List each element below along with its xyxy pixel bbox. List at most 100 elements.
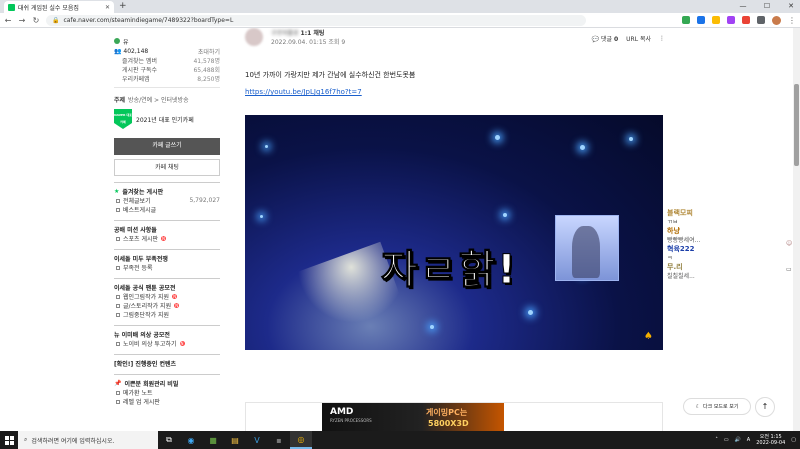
window-controls: — ☐ ✕ — [738, 0, 796, 12]
more-icon[interactable]: ⋮ — [659, 35, 665, 42]
extension-icon[interactable] — [742, 16, 750, 24]
naver-representative-badge: NAVER 대표카페 2021년 대표 인기카페 — [114, 106, 220, 132]
ad-brand-sub: RYZEN PROCESSORS — [330, 418, 372, 423]
youtube-link[interactable]: https://youtu.be/JpLJg16f7ho?t=7 — [245, 88, 665, 96]
scrollbar[interactable] — [793, 28, 800, 431]
stat-row: 즐겨찾는 멤버 41,578명 — [122, 58, 220, 65]
profile-avatar[interactable] — [772, 15, 781, 25]
volume-icon[interactable]: 🔊 — [735, 437, 741, 443]
back-icon[interactable]: ← — [4, 16, 12, 25]
notification-icon[interactable]: ▢ — [791, 437, 796, 443]
write-post-button[interactable]: 카페 글쓰기 — [114, 138, 220, 155]
pin-icon: 📌 — [114, 379, 122, 387]
close-window-button[interactable]: ✕ — [786, 0, 796, 12]
menu-icon[interactable]: ⋮ — [788, 16, 796, 25]
avatar[interactable] — [245, 28, 263, 46]
lock-icon: 🔒 — [52, 16, 60, 24]
ad-headline: 게이밍PC는 — [426, 408, 468, 417]
new-tab-button[interactable]: + — [119, 1, 127, 12]
stage-light — [503, 213, 507, 217]
board-link[interactable]: 웹인그림작가 지원 N — [114, 292, 220, 301]
taskbar-search[interactable]: ⌕ 검색하려면 여기에 입력하십시오. — [18, 431, 158, 449]
board-link[interactable]: 전체글보기 5,792,027 — [114, 196, 220, 205]
ad-banner[interactable]: AMD RYZEN PROCESSORS 게이밍PC는 5800X3D — [245, 402, 663, 431]
url-copy-button[interactable]: URL 복사 — [626, 34, 651, 43]
extension-icon[interactable] — [712, 16, 720, 24]
cafe-chat-button[interactable]: 카페 채팅 — [114, 159, 220, 176]
page-content: 유 👥 402,148 초대하기 즐겨찾는 멤버 41,578명 게시판 구독수 6… — [0, 28, 800, 431]
moon-icon: ☾ — [695, 403, 701, 410]
stage-screen — [555, 215, 619, 281]
stat-row: 우리카페앱 8,250명 — [122, 76, 220, 83]
dark-mode-button[interactable]: ☾ 다크 모드로 보기 — [683, 398, 751, 415]
app-icon[interactable]: ▪ — [268, 431, 290, 449]
maximize-button[interactable]: ☐ — [762, 0, 772, 12]
edge-icon[interactable]: ◉ — [180, 431, 202, 449]
board-link[interactable]: 노이비 의상 투고하기 N — [114, 339, 220, 348]
vscode-icon[interactable]: V — [246, 431, 268, 449]
board-section: 📌 이쁜분 회원관리 비밀 메가환 노트 레벨 업 게시판 — [114, 374, 220, 406]
windows-taskbar: ⌕ 검색하려면 여기에 입력하십시오. ⧉ ◉ ■ ▤ V ▪ ◎ ˄ ▭ 🔊 … — [0, 431, 800, 449]
star-icon: ★ — [114, 187, 120, 195]
url-text[interactable]: cafe.naver.com/steamindiegame/7489322?bo… — [63, 17, 233, 24]
extension-icon[interactable] — [697, 16, 705, 24]
post-article: 구르아블로 1:1 채팅 2022.09.04. 01:15 조회 9 💬 댓글… — [245, 28, 665, 431]
windows-logo-icon — [4, 435, 14, 445]
board-link[interactable]: 베스트게시글 — [114, 205, 220, 214]
search-icon: ⌕ — [24, 436, 28, 443]
member-count[interactable]: 👥 402,148 — [114, 48, 148, 55]
ad-brand: AMD — [330, 407, 354, 417]
chrome-icon[interactable]: ◎ — [290, 431, 312, 449]
start-button[interactable] — [0, 431, 18, 449]
minecraft-icon[interactable]: ■ — [202, 431, 224, 449]
new-badge: N — [172, 294, 178, 299]
board-link[interactable]: 글/스토리작가 지원 N — [114, 301, 220, 310]
network-icon[interactable]: ▭ — [724, 437, 729, 443]
chat-link[interactable]: 1:1 채팅 — [301, 30, 325, 37]
video-player[interactable]: 자ㄹ핡! ♠ — [245, 115, 663, 350]
forward-icon[interactable]: → — [18, 16, 26, 25]
puzzle-icon[interactable] — [757, 16, 765, 24]
board-link[interactable]: 부족전 등록 — [114, 263, 220, 272]
scrollbar-thumb[interactable] — [794, 84, 799, 166]
board-section: 이세돌 미두 부족전쟁 부족전 등록 — [114, 249, 220, 272]
chat-user: 혁육222 — [667, 245, 695, 253]
cafe-sidebar: 유 👥 402,148 초대하기 즐겨찾는 멤버 41,578명 게시판 구독수 6… — [114, 28, 220, 406]
chat-message: ㅋ — [667, 255, 673, 262]
tab-strip: 대쉬 게임된 실수 모음집 ✕ + — ☐ ✕ — [0, 0, 800, 13]
extensions-bar: ⋮ — [682, 15, 796, 25]
tray-arrow-icon[interactable]: ˄ — [715, 437, 718, 443]
reload-icon[interactable]: ↻ — [32, 16, 40, 25]
extension-icon[interactable] — [682, 16, 690, 24]
board-section: 뉴 이미배 의상 공모전 노이비 의상 투고하기 N — [114, 325, 220, 348]
tab-close-icon[interactable]: ✕ — [105, 4, 110, 11]
clock[interactable]: 오전 1:15 2022-09-04 — [756, 434, 785, 446]
chat-message: 빵빵빵세여... — [667, 237, 701, 244]
cafe-topic: 주제 방송/연예 > 인터넷방송 — [114, 96, 189, 104]
file-explorer-icon[interactable]: ▤ — [224, 431, 246, 449]
ime-icon[interactable]: A — [747, 437, 750, 443]
video-caption: 자ㄹ핡! — [381, 247, 518, 294]
board-link[interactable]: 메가환 노트 — [114, 388, 220, 397]
comments-button[interactable]: 💬 댓글 0 — [592, 34, 619, 43]
invite-link[interactable]: 초대하기 — [198, 47, 220, 56]
author-name[interactable]: 구르아블로 — [271, 30, 299, 37]
board-link[interactable]: 스포츠 게시판 N — [114, 234, 220, 243]
post-body-text: 10년 가까이 가랑지만 제가 간남에 실수하신건 한번도못봄 — [245, 71, 416, 79]
new-badge: N — [174, 303, 180, 308]
board-link[interactable]: 그림중단작가 지원 — [114, 310, 220, 319]
chat-user: 무.리 — [667, 263, 683, 271]
task-view-icon[interactable]: ⧉ — [158, 431, 180, 449]
board-section: [확인!] 진행중인 컨텐츠 — [114, 354, 220, 368]
chat-overlay: 블랙모찌 ㄲㅂ 하냥 빵빵빵세여... 혁육222 ㅋ 무.리 칠칠칠세... — [667, 208, 793, 280]
chat-message: ㄲㅂ — [667, 219, 679, 226]
chat-message: 칠칠칠세... — [667, 273, 695, 280]
omnibox[interactable]: 🔒 cafe.naver.com/steamindiegame/7489322?… — [46, 14, 586, 26]
extension-icon[interactable] — [727, 16, 735, 24]
board-link[interactable]: 레벨 업 게시판 — [114, 397, 220, 406]
chat-user: 하냥 — [667, 227, 680, 235]
video-logo-icon: ♠ — [644, 331, 653, 342]
scroll-to-top-button[interactable]: ↑ — [755, 397, 775, 417]
browser-tab[interactable]: 대쉬 게임된 실수 모음집 ✕ — [4, 1, 114, 13]
minimize-button[interactable]: — — [738, 0, 748, 12]
